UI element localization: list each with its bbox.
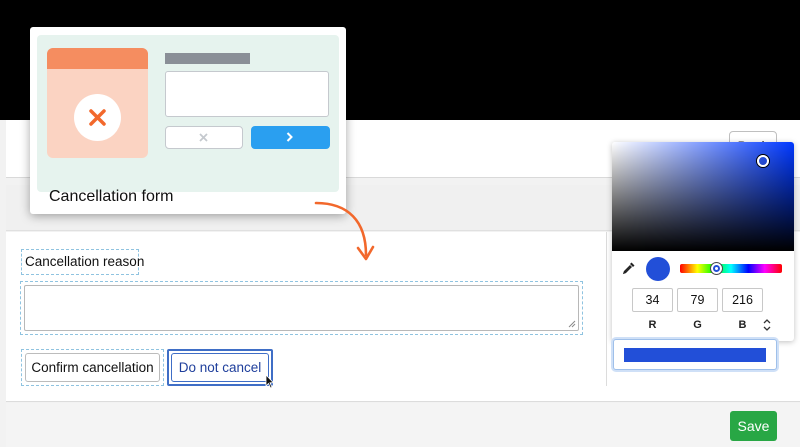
eyedropper-icon[interactable] [622,261,636,275]
illustration-window [47,48,148,158]
reason-label-container: Cancellation reason [21,249,144,275]
color-picker-popover: 34 79 216 R G B [612,142,794,341]
red-value-input[interactable]: 34 [632,288,673,312]
column-divider [606,232,607,386]
save-button[interactable]: Save [730,411,777,441]
confirm-cancellation-button[interactable]: Confirm cancellation [25,353,160,382]
do-not-cancel-focus-ring: Do not cancel [167,349,273,386]
current-color-swatch [646,257,670,281]
color-mode-toggle-icon[interactable] [762,318,772,332]
illustration-cancel-button [165,126,243,149]
hue-slider[interactable] [680,264,782,273]
illustration-next-button [251,126,330,149]
callout-illustration [37,35,339,192]
illustration-title-placeholder [165,53,250,64]
cancellation-form-callout: Cancellation form [30,27,346,214]
green-label: G [693,319,702,331]
curved-arrow-icon [314,201,375,261]
cancellation-reason-textarea[interactable] [24,285,579,331]
form-footer [6,403,800,447]
do-not-cancel-button[interactable]: Do not cancel [171,353,269,382]
red-label: R [648,319,657,331]
resize-handle-icon[interactable] [568,320,576,328]
color-value-bar [624,348,766,362]
close-x-icon [89,109,106,126]
confirm-button-container: Confirm cancellation [21,349,164,386]
callout-title: Cancellation form [49,188,174,205]
chevron-right-icon [286,132,293,142]
saturation-value-handle[interactable] [757,155,769,167]
reason-field-container [20,281,583,335]
illustration-input-placeholder [165,71,329,117]
blue-label: B [738,319,747,331]
blue-value-input[interactable]: 216 [722,288,763,312]
mouse-cursor-icon [265,374,275,389]
close-x-icon [199,133,208,142]
color-input-field[interactable] [613,339,777,370]
hue-slider-handle[interactable] [710,262,723,275]
cancellation-reason-label: Cancellation reason [25,254,145,269]
illustration-window-bar [47,48,148,69]
green-value-input[interactable]: 79 [677,288,718,312]
illustration-x-circle [74,94,121,141]
